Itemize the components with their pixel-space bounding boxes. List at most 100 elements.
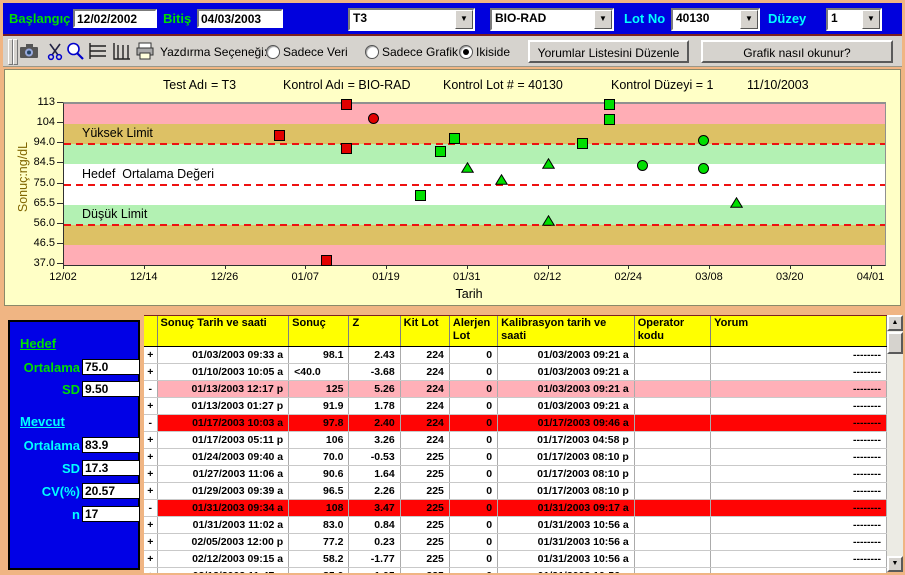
histogram-icon[interactable] <box>111 40 133 62</box>
table-cell: 01/13/2003 12:17 p <box>157 381 289 398</box>
x-axis-tick <box>467 265 468 269</box>
printer-icon[interactable] <box>134 40 156 62</box>
data-point[interactable] <box>542 215 555 226</box>
table-row[interactable]: -01/17/2003 10:03 a97.82.40224001/17/200… <box>144 415 887 432</box>
table-cell: 01/17/2003 08:10 p <box>498 483 635 500</box>
scissors-icon[interactable] <box>44 40 66 62</box>
data-point[interactable] <box>604 114 615 125</box>
column-header[interactable]: Z <box>349 316 400 347</box>
table-cell: -------- <box>711 500 887 517</box>
control-select[interactable]: BIO-RAD ▼ <box>490 8 614 31</box>
target-sd-input[interactable] <box>82 381 140 397</box>
table-cell: 0 <box>449 517 497 534</box>
how-to-read-chart-button[interactable]: Grafik nasıl okunur? <box>701 40 893 63</box>
table-cell: 0 <box>449 568 497 574</box>
chevron-down-icon[interactable]: ▼ <box>740 10 758 29</box>
camera-icon[interactable] <box>18 40 40 62</box>
scroll-down-icon[interactable]: ▼ <box>887 556 903 572</box>
zoom-icon[interactable] <box>64 40 86 62</box>
column-header[interactable]: Alerjen Lot <box>449 316 497 347</box>
table-cell: 0 <box>449 398 497 415</box>
y-axis-tick <box>57 162 63 163</box>
table-cell: 01/03/2003 09:21 a <box>498 347 635 364</box>
column-header[interactable]: Sonuç <box>289 316 349 347</box>
current-n-input[interactable] <box>82 506 140 522</box>
table-cell: 01/17/2003 09:46 a <box>498 415 635 432</box>
table-cell: 0 <box>449 551 497 568</box>
table-cell: -------- <box>711 517 887 534</box>
table-row[interactable]: +02/05/2003 12:00 p77.20.23225001/31/200… <box>144 534 887 551</box>
data-point[interactable] <box>449 133 460 144</box>
column-header[interactable]: Kit Lot <box>400 316 449 347</box>
column-header[interactable]: Sonuç Tarih ve saati <box>157 316 289 347</box>
current-sd-input[interactable] <box>82 460 140 476</box>
table-row[interactable]: +02/12/2003 09:15 a58.2-1.77225001/31/20… <box>144 551 887 568</box>
radio-sadece-veri[interactable] <box>266 45 280 59</box>
table-cell: + <box>144 466 157 483</box>
levey-jennings-chart: Test Adı = T3 Kontrol Adı = BIO-RAD Kont… <box>4 69 901 306</box>
table-cell: 02/12/2003 09:15 a <box>157 551 289 568</box>
scroll-up-icon[interactable]: ▲ <box>887 315 903 331</box>
control-limit-line <box>64 184 885 186</box>
table-row[interactable]: +01/17/2003 05:11 p1063.26224001/17/2003… <box>144 432 887 449</box>
edit-comments-button[interactable]: Yorumlar Listesini Düzenle <box>528 40 689 63</box>
table-row[interactable]: +01/10/2003 10:05 a<40.0-3.68224001/03/2… <box>144 364 887 381</box>
data-point[interactable] <box>415 190 426 201</box>
data-point[interactable] <box>698 163 709 174</box>
data-point[interactable] <box>495 174 508 185</box>
test-select[interactable]: T3 ▼ <box>348 8 475 31</box>
data-point[interactable] <box>341 143 352 154</box>
scrollbar-thumb[interactable] <box>887 332 903 354</box>
table-cell: 5.26 <box>349 381 400 398</box>
data-point[interactable] <box>341 99 352 110</box>
data-point[interactable] <box>435 146 446 157</box>
data-point[interactable] <box>542 158 555 169</box>
column-header[interactable]: Kalibrasyon tarih ve saati <box>498 316 635 347</box>
table-row[interactable]: +01/13/2003 01:27 p91.91.78224001/03/200… <box>144 398 887 415</box>
data-point[interactable] <box>698 135 709 146</box>
data-point[interactable] <box>461 162 474 173</box>
table-row[interactable]: +01/29/2003 09:39 a96.52.26225001/17/200… <box>144 483 887 500</box>
table-cell: + <box>144 517 157 534</box>
table-row[interactable]: +02/12/2003 11:47 a85.01.05225001/31/200… <box>144 568 887 574</box>
end-date-input[interactable] <box>197 9 283 28</box>
target-mean-input[interactable] <box>82 359 140 375</box>
radio-ikiside[interactable] <box>459 45 473 59</box>
column-header[interactable]: Operator kodu <box>634 316 710 347</box>
data-point[interactable] <box>604 99 615 110</box>
data-point[interactable] <box>274 130 285 141</box>
table-cell: -------- <box>711 364 887 381</box>
level-select[interactable]: 1 ▼ <box>826 8 882 31</box>
table-row[interactable]: +01/27/2003 11:06 a90.61.64225001/17/200… <box>144 466 887 483</box>
level-select-value: 1 <box>831 11 838 25</box>
levey-chart-icon[interactable] <box>87 40 109 62</box>
data-point[interactable] <box>321 255 332 266</box>
table-row[interactable]: +01/03/2003 09:33 a98.12.43224001/03/200… <box>144 347 887 364</box>
chevron-down-icon[interactable]: ▼ <box>862 10 880 29</box>
current-cv-input[interactable] <box>82 483 140 499</box>
table-cell: -3.68 <box>349 364 400 381</box>
table-row[interactable]: -01/31/2003 09:34 a1083.47225001/31/2003… <box>144 500 887 517</box>
chevron-down-icon[interactable]: ▼ <box>594 10 612 29</box>
chevron-down-icon[interactable]: ▼ <box>455 10 473 29</box>
table-row[interactable]: -01/13/2003 12:17 p1255.26224001/03/2003… <box>144 381 887 398</box>
table-cell: 85.0 <box>289 568 349 574</box>
control-select-value: BIO-RAD <box>495 11 546 25</box>
table-scrollbar[interactable]: ▲ ▼ <box>887 315 903 572</box>
table-cell <box>634 483 710 500</box>
start-date-input[interactable] <box>73 9 157 28</box>
radio-sadece-grafik[interactable] <box>365 45 379 59</box>
column-header[interactable] <box>144 316 157 347</box>
table-cell <box>634 347 710 364</box>
current-n-label: n <box>12 507 80 522</box>
data-point[interactable] <box>577 138 588 149</box>
results-table: Sonuç Tarih ve saatiSonuçZKit LotAlerjen… <box>144 315 887 573</box>
current-mean-input[interactable] <box>82 437 140 453</box>
data-point[interactable] <box>730 197 743 208</box>
x-axis-tick-label: 02/12 <box>526 271 570 283</box>
column-header[interactable]: Yorum <box>711 316 887 347</box>
table-row[interactable]: +01/24/2003 09:40 a70.0-0.53225001/17/20… <box>144 449 887 466</box>
table-cell: <40.0 <box>289 364 349 381</box>
lot-select[interactable]: 40130 ▼ <box>671 8 760 31</box>
table-row[interactable]: +01/31/2003 11:02 a83.00.84225001/31/200… <box>144 517 887 534</box>
